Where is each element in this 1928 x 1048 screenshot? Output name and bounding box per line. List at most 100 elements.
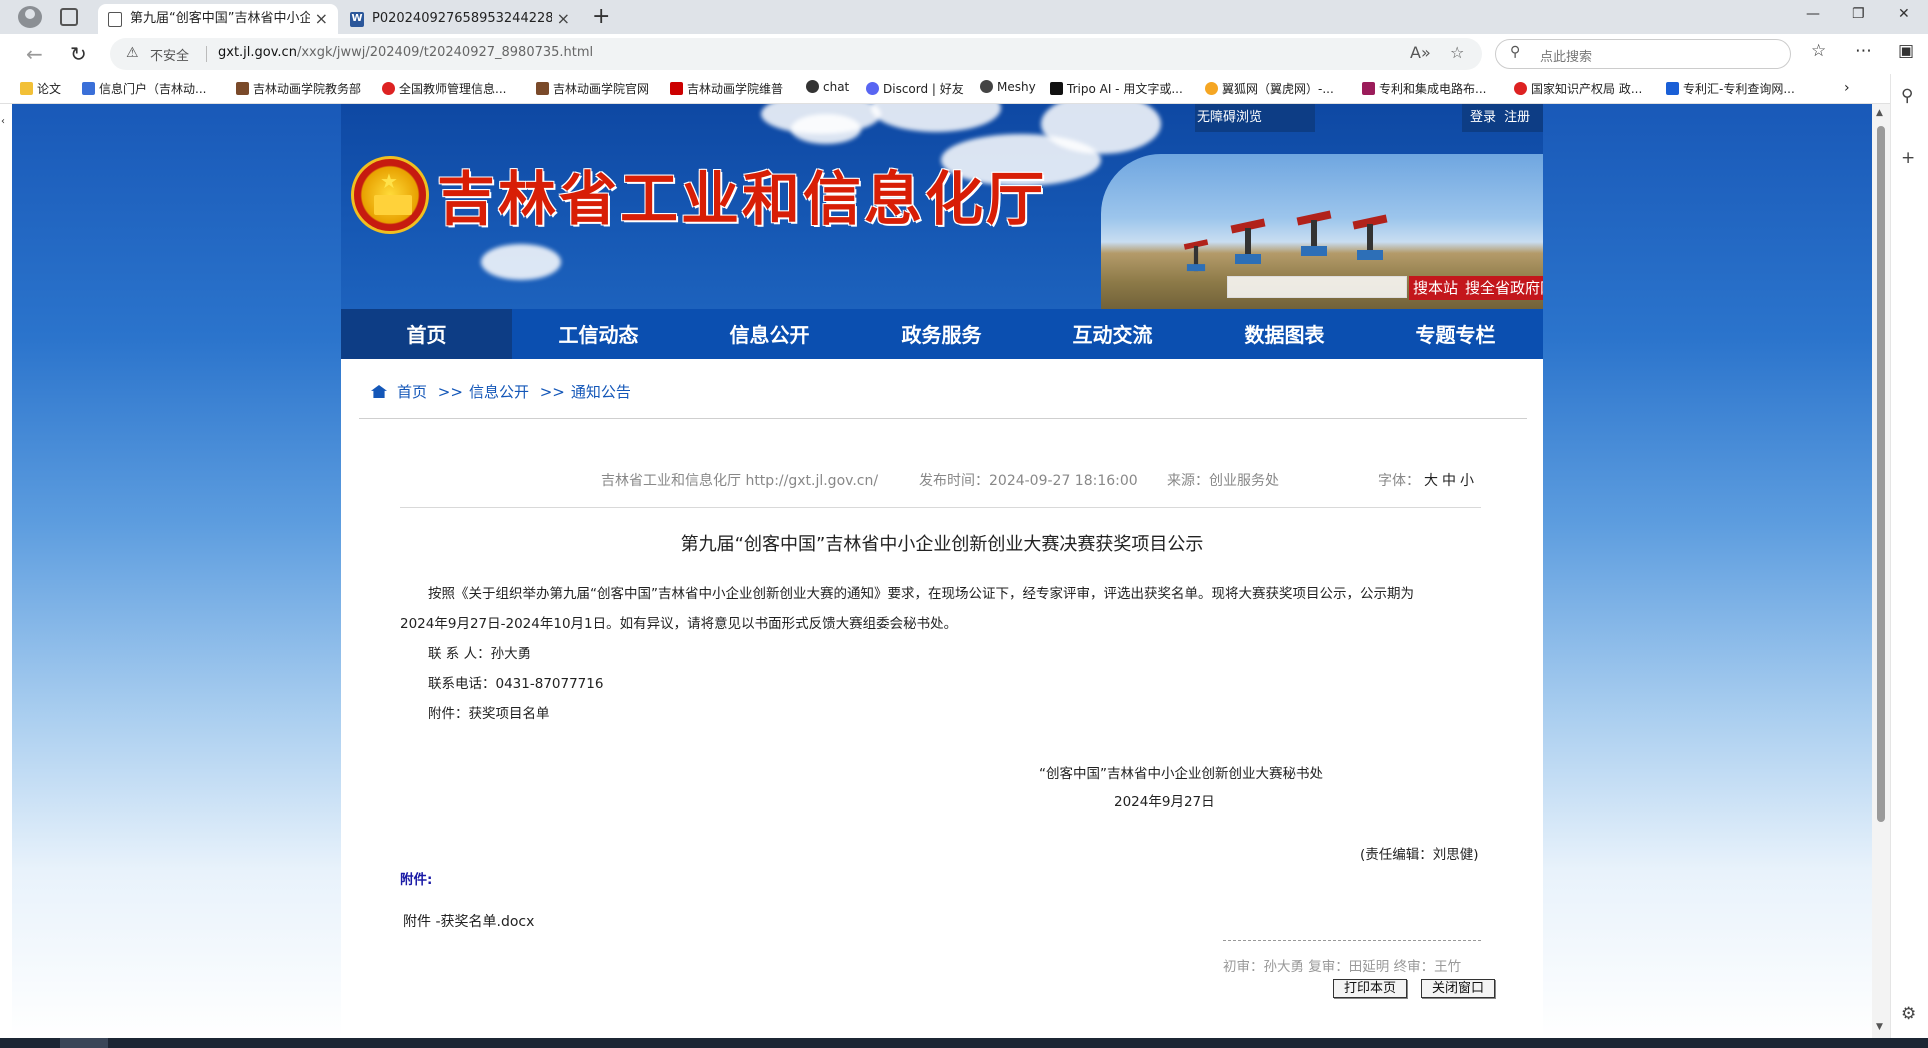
site-search-input[interactable] (1227, 276, 1407, 298)
cloud-decoration (791, 114, 861, 144)
favorite-star-icon[interactable]: ☆ (1450, 43, 1464, 62)
new-tab-button[interactable]: + (592, 4, 610, 30)
bookmark-label: 专利和集成电路布... (1379, 82, 1487, 96)
bookmark-item[interactable]: Meshy (980, 80, 1036, 94)
bookmark-item[interactable]: chat (806, 80, 849, 94)
font-medium-link[interactable]: 中 (1442, 473, 1456, 489)
taskbar (0, 1038, 1928, 1048)
attachment-link[interactable]: 附件 -获奖名单.docx (403, 911, 534, 931)
close-window-button[interactable]: 关闭窗口 (1421, 979, 1495, 998)
add-icon[interactable]: + (1901, 148, 1915, 168)
bookmark-label: 国家知识产权局 政... (1531, 82, 1643, 96)
cloud-decoration (871, 104, 1001, 132)
bookmark-label: Tripo AI - 用文字或... (1067, 82, 1183, 96)
vip-icon (670, 82, 683, 95)
scroll-up-icon[interactable]: ▲ (1876, 108, 1883, 118)
bookmark-label: 翼狐网（翼虎网）-... (1222, 82, 1334, 96)
close-tab-icon[interactable]: × (557, 4, 570, 34)
bookmark-item[interactable]: 专利和集成电路布... (1362, 80, 1486, 97)
bookmark-label: 论文 (37, 82, 62, 96)
bookmark-item[interactable]: 翼狐网（翼虎网）-... (1205, 80, 1334, 97)
cnipa-icon (1514, 82, 1527, 95)
bookmark-item[interactable]: 全国教师管理信息... (382, 80, 506, 97)
meta-publish-time: 发布时间：2024-09-27 18:16:00 (919, 470, 1138, 490)
attachment-note: 附件：获奖项目名单 (428, 706, 550, 722)
bookmark-label: 吉林动画学院官网 (553, 82, 650, 96)
pumpjack-icon (1296, 210, 1332, 256)
nav-interaction[interactable]: 互动交流 (1027, 309, 1198, 359)
scroll-down-icon[interactable]: ▼ (1876, 1022, 1883, 1032)
insecure-label[interactable]: 不安全 (150, 45, 189, 64)
accessible-bar: 无障碍浏览 (1195, 104, 1315, 132)
tab-title: P020240927658953244228.docx (372, 11, 552, 26)
school-icon (536, 82, 549, 95)
bookmark-label: Meshy (997, 80, 1036, 94)
edge-sidebar: ⚲ + ⚙ (1890, 74, 1928, 1048)
search-gov-button[interactable]: 搜全省政府网站 (1461, 276, 1543, 300)
window-close-icon[interactable]: ✕ (1898, 6, 1910, 22)
search-site-button[interactable]: 搜本站 (1409, 276, 1463, 300)
font-large-link[interactable]: 大 (1424, 473, 1438, 489)
bookmark-item[interactable]: 国家知识产权局 政... (1514, 80, 1642, 97)
restore-icon[interactable]: ❐ (1852, 6, 1865, 22)
profile-icon[interactable] (18, 6, 42, 28)
taskbar-active-app[interactable] (60, 1038, 108, 1048)
page-scrollbar[interactable]: ▲ ▼ (1872, 104, 1890, 1038)
nav-info-public[interactable]: 信息公开 (684, 309, 855, 359)
refresh-icon[interactable]: ↻ (70, 42, 87, 66)
bookmark-item[interactable]: 吉林动画学院维普 (670, 80, 783, 97)
print-button[interactable]: 打印本页 (1333, 979, 1407, 998)
contact-person: 联 系 人：孙大勇 (428, 646, 532, 662)
chevron-left-icon[interactable]: ‹ (1, 116, 5, 127)
back-icon[interactable]: ← (26, 42, 43, 66)
signature-date: 2024年9月27日 (1114, 794, 1215, 810)
sidebar-toggle-icon[interactable]: ▣ (1898, 41, 1914, 61)
bookmark-item[interactable]: 论文 (20, 80, 61, 97)
settings-gear-icon[interactable]: ⚙ (1901, 1004, 1916, 1024)
breadcrumb-notices[interactable]: 通知公告 (571, 383, 631, 401)
search-box[interactable]: ⚲ 点此搜索 (1495, 39, 1791, 69)
bookmark-label: Discord | 好友 (883, 82, 964, 96)
search-icon[interactable]: ⚲ (1901, 86, 1913, 106)
search-placeholder: 点此搜索 (1540, 50, 1593, 65)
portal-icon (82, 82, 95, 95)
font-small-link[interactable]: 小 (1460, 473, 1474, 489)
tab-docx[interactable]: W P020240927658953244228.docx × (340, 4, 580, 34)
breadcrumb-info-public[interactable]: 信息公开 (469, 383, 529, 401)
login-link[interactable]: 登录 (1470, 110, 1496, 125)
scrollbar-thumb[interactable] (1877, 126, 1885, 822)
url-text[interactable]: gxt.jl.gov.cn/xxgk/jwwj/202409/t20240927… (218, 45, 593, 60)
accessible-link[interactable]: 无障碍浏览 (1197, 110, 1262, 125)
favorites-icon[interactable]: ☆ (1811, 41, 1826, 61)
bookmark-item[interactable]: 吉林动画学院官网 (536, 80, 649, 97)
site-banner: ★ 吉林省工业和信息化厅 登录 注册 搜本站 搜全省政府网站 (341, 104, 1543, 309)
address-bar[interactable]: ⚠ 不安全 gxt.jl.gov.cn/xxgk/jwwj/202409/t20… (110, 38, 1482, 70)
divider (359, 418, 1527, 419)
bookmark-item[interactable]: 吉林动画学院教务部 (236, 80, 361, 97)
more-menu-icon[interactable]: ⋯ (1855, 41, 1872, 61)
bookmarks-overflow-icon[interactable]: › (1844, 80, 1850, 96)
tab-active[interactable]: 第九届“创客中国”吉林省中小企业 × (98, 4, 338, 34)
bookmark-item[interactable]: Tripo AI - 用文字或... (1050, 80, 1183, 97)
read-aloud-icon[interactable]: A» (1410, 43, 1431, 62)
nav-special-topics[interactable]: 专题专栏 (1370, 309, 1541, 359)
nav-home[interactable]: 首页 (341, 309, 512, 359)
body-paragraph-line: 按照《关于组织举办第九届“创客中国”吉林省中小企业创新创业大赛的通知》要求，在现… (428, 586, 1414, 602)
register-link[interactable]: 注册 (1504, 110, 1530, 125)
nav-news[interactable]: 工信动态 (513, 309, 684, 359)
bookmark-item[interactable]: Discord | 好友 (866, 80, 964, 97)
bookmark-item[interactable]: 专利汇-专利查询网... (1666, 80, 1795, 97)
nav-data-charts[interactable]: 数据图表 (1199, 309, 1370, 359)
bookmark-item[interactable]: 信息门户（吉林动... (82, 80, 206, 97)
workspaces-icon[interactable] (60, 8, 78, 26)
breadcrumb-home[interactable]: 首页 (397, 383, 427, 401)
attachments-label: 附件: (400, 872, 433, 888)
minimize-icon[interactable]: — (1806, 6, 1820, 22)
bookmark-label: 吉林动画学院教务部 (253, 82, 362, 96)
close-tab-icon[interactable]: × (315, 4, 328, 34)
nav-services[interactable]: 政务服务 (856, 309, 1027, 359)
publish-value: 2024-09-27 18:16:00 (989, 473, 1138, 489)
left-edge: ‹ (0, 104, 12, 1048)
national-emblem-icon: ★ (351, 156, 429, 234)
divider (400, 507, 1481, 508)
